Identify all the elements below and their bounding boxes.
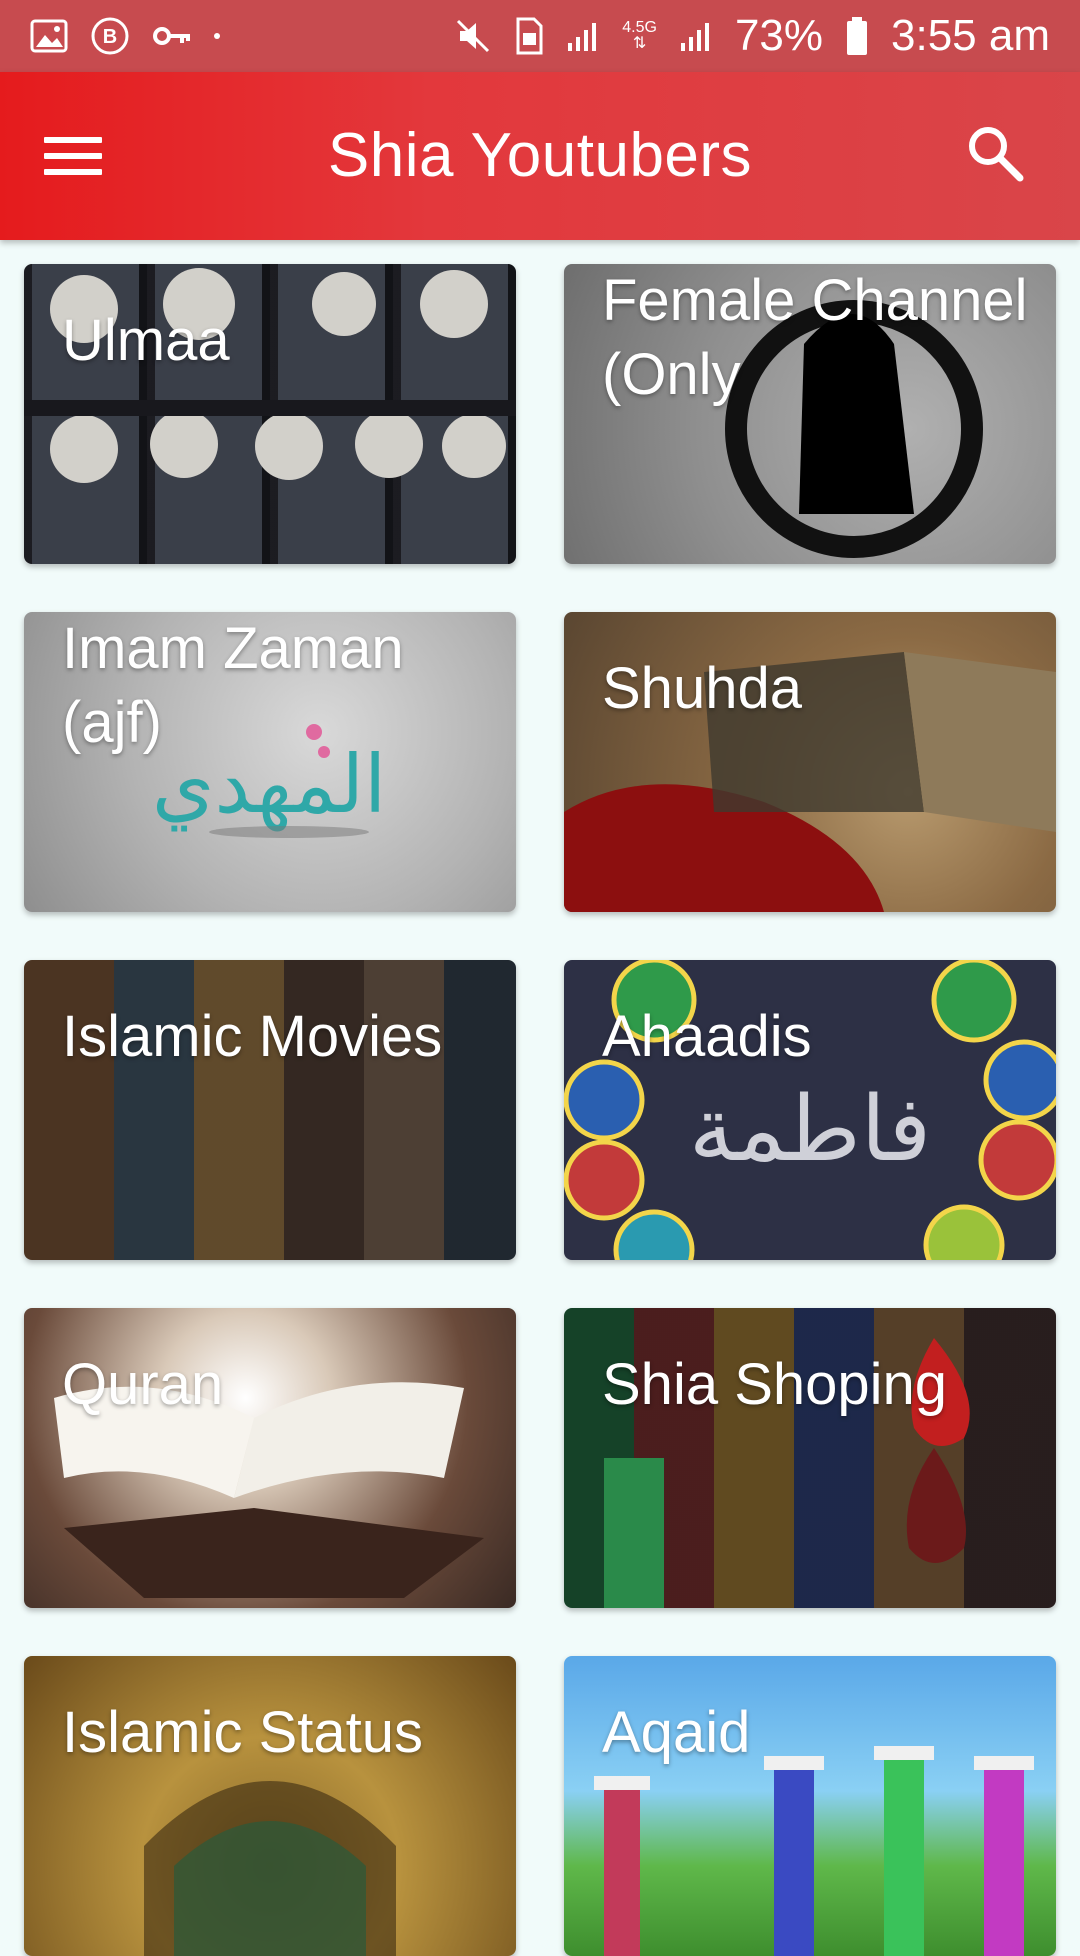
app-title: Shia Youtubers	[327, 121, 753, 190]
category-card-islamic-movies[interactable]: Islamic Movies	[24, 960, 516, 1260]
gallery-icon	[30, 19, 68, 53]
category-card-female-channel[interactable]: Female Channel (Only	[564, 264, 1056, 564]
card-title: Aqaid	[602, 1700, 751, 1765]
category-card-imam-zaman[interactable]: المهدي Imam Zaman (ajf)	[24, 612, 516, 912]
card-title: Islamic Status	[62, 1700, 423, 1765]
card-title: Ahaadis	[602, 1004, 812, 1069]
mute-icon	[454, 17, 492, 55]
clock: 3:55 am	[891, 11, 1050, 60]
battery-percent: 73%	[734, 11, 824, 60]
category-card-shia-shoping[interactable]: Shia Shoping	[564, 1308, 1056, 1608]
network-type-icon: 4.5G ⇅	[622, 20, 657, 52]
sim-card-icon	[514, 17, 544, 55]
card-title: Islamic Movies	[62, 1004, 443, 1069]
vpn-key-icon	[152, 21, 192, 51]
notification-dot-icon	[214, 33, 220, 39]
signal-icon-2	[679, 19, 713, 53]
card-title: Shia Shoping	[602, 1352, 948, 1417]
status-bar-left: B	[30, 16, 220, 56]
business-chat-icon: B	[90, 16, 130, 56]
card-title: Quran	[62, 1352, 224, 1417]
category-card-quran[interactable]: Quran	[24, 1308, 516, 1608]
search-icon	[969, 127, 1024, 182]
category-card-ahaadis[interactable]: فاطمة Ahaadis	[564, 960, 1056, 1260]
card-title: Imam Zaman (ajf)	[62, 616, 404, 755]
card-title: Female Channel (Only	[602, 268, 1028, 407]
battery-icon	[845, 16, 869, 56]
data-arrows-icon: ⇅	[632, 35, 647, 52]
network-type-label: 4.5G	[622, 19, 657, 36]
svg-text:فاطمة: فاطمة	[689, 1077, 931, 1182]
search-button[interactable]	[962, 120, 1028, 186]
card-title: Ulmaa	[62, 308, 230, 373]
svg-text:B: B	[103, 26, 117, 48]
category-card-shuhda[interactable]: Shuhda	[564, 612, 1056, 912]
status-bar-right: 4.5G ⇅ 73% 3:55 am	[454, 11, 1050, 61]
app-bar: Shia Youtubers	[0, 72, 1080, 240]
category-card-islamic-status[interactable]: Islamic Status	[24, 1656, 516, 1956]
category-card-ulmaa[interactable]: Ulmaa	[24, 264, 516, 564]
signal-icon	[566, 19, 600, 53]
category-card-aqaid[interactable]: Aqaid	[564, 1656, 1056, 1956]
card-title: Shuhda	[602, 656, 802, 721]
status-bar: B 4.5G ⇅ 73% 3:55 am	[0, 0, 1080, 72]
category-grid: Ulmaa Female Channel (Only المهدي Imam Z…	[0, 240, 1080, 1956]
